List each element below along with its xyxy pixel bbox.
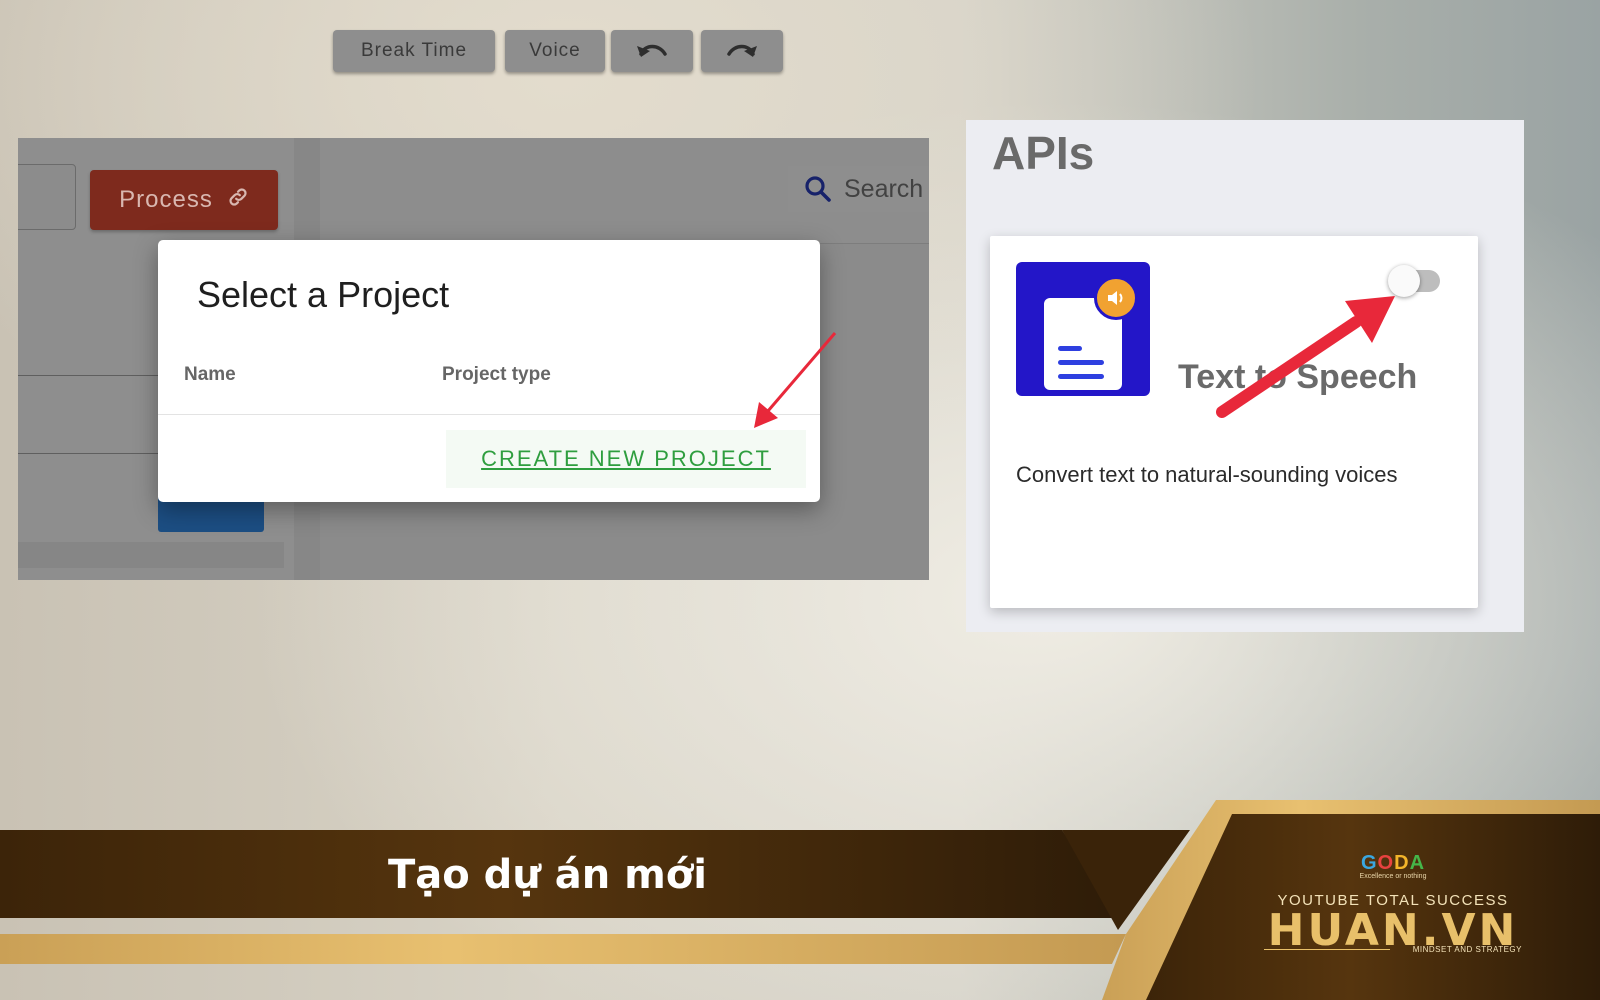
goda-logo: GODA — [1360, 852, 1426, 874]
break-time-label: Break Time — [360, 40, 468, 61]
undo-button[interactable] — [611, 30, 693, 72]
dialog-title: Select a Project — [197, 274, 450, 315]
scrollbar[interactable] — [18, 542, 284, 568]
text-input[interactable] — [18, 164, 76, 230]
enable-toggle[interactable] — [1388, 265, 1440, 297]
logo-rule — [1264, 949, 1390, 950]
apis-heading: APIs — [992, 127, 1095, 179]
text-to-speech-card[interactable]: Text to Speech Convert text to natural-s… — [990, 236, 1478, 608]
toggle-knob[interactable] — [1388, 265, 1420, 297]
search-input[interactable]: Search — [788, 166, 929, 212]
break-time-button[interactable]: Break Time — [333, 30, 495, 72]
redo-button[interactable] — [701, 30, 783, 72]
voice-button[interactable]: Voice — [505, 30, 605, 72]
card-title: Text to Speech — [1178, 358, 1418, 396]
search-placeholder: Search — [844, 174, 924, 203]
goda-tagline: Excellence or nothing — [1359, 873, 1427, 880]
process-button-label: Process — [119, 186, 213, 213]
process-button[interactable]: Process — [90, 170, 278, 230]
column-header-project-type[interactable]: Project type — [442, 364, 551, 386]
search-icon — [805, 176, 831, 202]
huan-vn-logo: GODA Excellence or nothing YOUTUBE TOTAL… — [1262, 852, 1524, 964]
voice-label: Voice — [529, 40, 581, 61]
select-project-dialog: Select a Project Name Project type CREAT… — [158, 240, 820, 502]
redo-icon — [727, 44, 757, 57]
header-divider — [158, 414, 820, 415]
apis-screenshot: APIs Text to Speech Convert text to natu… — [966, 120, 1524, 632]
column-header-name[interactable]: Name — [184, 364, 236, 386]
logo-subtitle: MINDSET AND STRATEGY — [1412, 945, 1522, 954]
undo-icon — [637, 44, 667, 57]
link-icon — [227, 186, 249, 215]
create-new-project-button[interactable]: CREATE NEW PROJECT — [446, 430, 806, 488]
text-to-speech-icon — [1016, 262, 1150, 396]
speaker-icon — [1094, 276, 1138, 320]
card-description: Convert text to natural-sounding voices — [1016, 462, 1398, 487]
